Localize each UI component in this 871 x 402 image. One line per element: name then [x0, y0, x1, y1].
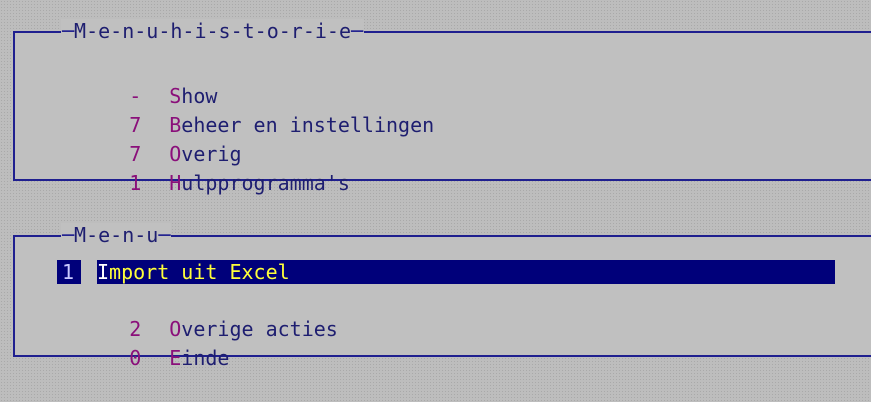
- menu-history-title-text: M-e-n-u-h-i-s-t-o-r-i-e: [74, 19, 351, 43]
- title-right-dash: ─: [351, 19, 364, 43]
- title-left-dash: ─: [62, 19, 75, 43]
- menu-history-list: - Show 7 Beheer en instellingen 7 Overig 1 H…: [57, 53, 871, 195]
- title-left-dash: ─: [62, 223, 75, 247]
- selection-highlight: Import uit Excel: [97, 260, 835, 284]
- menu-title: ─M-e-n-u─: [61, 223, 172, 247]
- history-item-hotkey: H: [169, 171, 182, 195]
- menu-item-einde[interactable]: 0 Einde: [57, 315, 871, 370]
- menu-history-panel: ─M-e-n-u-h-i-s-t-o-r-i-e─ - Show 7 Beheer …: [13, 19, 871, 195]
- menu-history-title: ─M-e-n-u-h-i-s-t-o-r-i-e─: [61, 19, 365, 43]
- menu-item-label: inde: [181, 346, 230, 370]
- menu-item-hotkey: I: [97, 260, 110, 284]
- menu-item-label: mport uit Excel: [109, 260, 290, 284]
- menu-title-text: M-e-n-u: [74, 223, 159, 247]
- history-item-overig[interactable]: 7 Overig: [57, 111, 871, 166]
- menu-item-key: 0: [129, 346, 142, 370]
- menu-list: 1 Import uit Excel 2 Overige acties 0 Eind…: [57, 257, 871, 370]
- menu-item-import-excel[interactable]: 1 Import uit Excel: [57, 257, 871, 286]
- history-item-beheer[interactable]: 7 Beheer en instellingen: [57, 82, 871, 137]
- menu-panel: ─M-e-n-u─ 1 Import uit Excel 2 Overige ac…: [13, 223, 871, 370]
- menu-item-overige-acties[interactable]: 2 Overige acties: [57, 286, 871, 341]
- title-right-dash: ─: [158, 223, 171, 247]
- history-item-hulpprogrammas[interactable]: 1 Hulpprogramma's: [57, 140, 871, 195]
- text-cursor: [75, 260, 81, 284]
- menu-item-hotkey: E: [169, 346, 182, 370]
- history-item-label: ulpprogramma's: [181, 171, 350, 195]
- history-item-show[interactable]: - Show: [57, 53, 871, 108]
- history-item-key: 1: [129, 171, 142, 195]
